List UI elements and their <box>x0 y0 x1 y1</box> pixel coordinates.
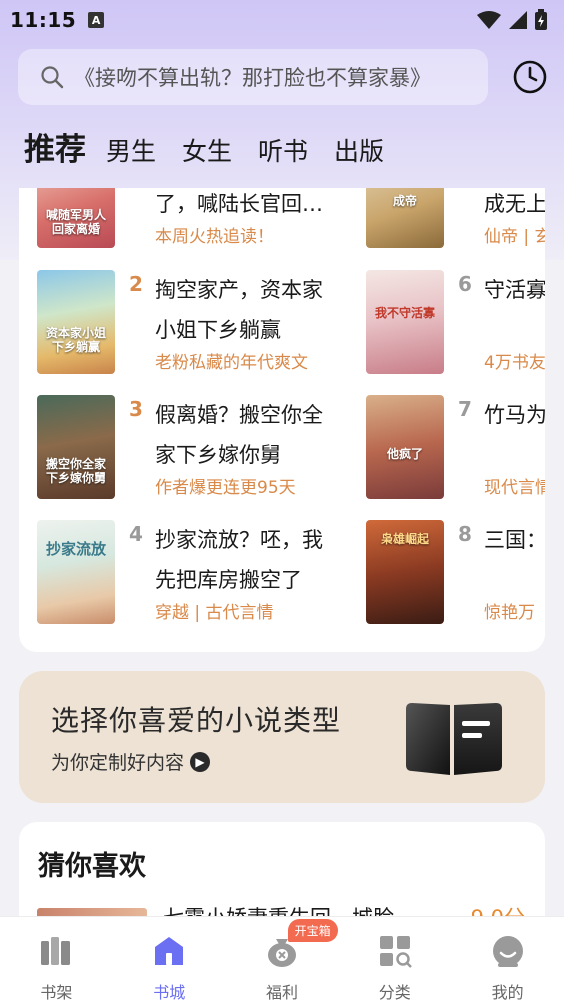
rank-number <box>452 188 478 248</box>
cover-title: 他疯了 <box>386 447 423 461</box>
book-title: 守活寡区离婚 <box>484 278 545 302</box>
rank-number: 2 <box>129 272 143 296</box>
book-cover: 他疯了 <box>366 395 444 499</box>
banner-subtitle-text: 为你定制好内容 <box>51 752 185 774</box>
nav-welfare[interactable]: 开宝箱 福利 <box>226 917 339 1004</box>
nav-profile[interactable]: 我的 <box>451 917 564 1004</box>
book-cover: 我不守活寡 <box>366 270 444 374</box>
ranking-item[interactable]: 资本家小姐下乡躺赢 2 掏空家产，资本家小姐下乡躺赢 老粉私藏的年代爽文 <box>37 270 335 374</box>
book-title: 抄家流放？呸，我先把库房搬空了 <box>155 528 323 592</box>
book-title: 三国：走，我 <box>484 528 545 552</box>
nav-bookstore[interactable]: 书城 <box>113 917 226 1004</box>
book-info: 假离婚？搬空你全家下乡嫁你舅 作者爆更连更95天 <box>155 395 335 499</box>
section-title: 猜你喜欢 <box>38 851 146 882</box>
tab-male[interactable]: 男生 <box>106 134 156 170</box>
rank-number: 4 <box>129 522 143 546</box>
rank-number: 6 <box>458 272 472 296</box>
nav-label: 福利 <box>265 983 298 1002</box>
wifi-icon <box>477 11 501 29</box>
cover-title: 搬空你全家下乡嫁你舅 <box>45 457 106 485</box>
cover-title: 成帝 <box>392 194 417 208</box>
nav-label: 我的 <box>491 983 524 1002</box>
book-cover: 枭雄崛起 <box>366 520 444 624</box>
bottom-navigation: 书架 书城 开宝箱 福利 分类 我的 <box>0 916 564 1004</box>
nav-label: 分类 <box>378 983 411 1002</box>
book-title: 掏空家产，资本家小姐下乡躺赢 <box>155 278 323 342</box>
ranking-item[interactable]: 枭雄崛起 8 三国：走，我 惊艳万 <box>366 520 545 624</box>
book-cover: 搬空你全家下乡嫁你舅 <box>37 395 115 499</box>
nav-label: 书架 <box>40 983 73 1002</box>
search-icon <box>41 66 64 89</box>
book-info: 守活寡区离婚 4万书友 <box>484 270 545 374</box>
category-tabs: 推荐 男生 女生 听书 出版 <box>24 120 410 170</box>
book-tag: 现代言情 <box>484 478 545 498</box>
bookshelf-icon <box>41 937 71 965</box>
banner-subtitle: 为你定制好内容 ▶ <box>51 748 211 775</box>
ranking-item[interactable]: 我不守活寡 6 守活寡区离婚 4万书友 <box>366 270 545 374</box>
nav-label: 书城 <box>153 983 186 1002</box>
history-clock-icon[interactable] <box>512 59 548 95</box>
ranking-item[interactable]: 他疯了 7 竹马为身，我 现代言情 <box>366 395 545 499</box>
arrow-right-icon: ▶ <box>190 751 211 772</box>
book-tag: 老粉私藏的年代爽文 <box>155 353 308 373</box>
tab-female[interactable]: 女生 <box>182 134 232 170</box>
cover-title: 资本家小姐下乡躺赢 <box>45 326 106 354</box>
book-tag: 穿越 | 古代言情 <box>155 603 274 623</box>
category-grid-icon <box>379 936 412 968</box>
search-input[interactable]: 《接吻不算出轨？那打脸也不算家暴》 <box>18 49 488 105</box>
book-tag: 仙帝 | 玄 <box>484 227 545 247</box>
cover-title: 我不守活寡 <box>374 306 435 320</box>
book-tag: 惊艳万 <box>484 603 535 623</box>
book-title: 假离婚？搬空你全家下乡嫁你舅 <box>155 403 323 467</box>
search-row: 《接吻不算出轨？那打脸也不算家暴》 <box>18 49 548 105</box>
cover-title: 抄家流放 <box>45 540 106 558</box>
cover-title: 喊随军男人回家离婚 <box>45 208 106 236</box>
book-cover: 喊随军男人回家离婚 <box>37 188 115 248</box>
ranking-item[interactable]: 成帝 成无上 仙帝 | 玄 <box>366 188 545 248</box>
genre-preference-banner[interactable]: 选择你喜爱的小说类型 为你定制好内容 ▶ <box>19 671 545 803</box>
book-title: 竹马为身，我 <box>484 403 545 427</box>
book-cover: 抄家流放 <box>37 520 115 624</box>
banner-title: 选择你喜爱的小说类型 <box>51 704 342 737</box>
book-info: 三国：走，我 惊艳万 <box>484 520 545 624</box>
status-time: 11:15 <box>10 8 77 32</box>
status-bar: 11:15 A <box>0 0 564 40</box>
signal-icon <box>509 11 527 29</box>
treasure-chest-badge: 开宝箱 <box>287 919 338 942</box>
ranking-item[interactable]: 搬空你全家下乡嫁你舅 3 假离婚？搬空你全家下乡嫁你舅 作者爆更连更95天 <box>37 395 335 499</box>
tab-published[interactable]: 出版 <box>334 134 384 170</box>
nav-bookshelf[interactable]: 书架 <box>0 917 113 1004</box>
book-info: 掏空家产，资本家小姐下乡躺赢 老粉私藏的年代爽文 <box>155 270 335 374</box>
book-info: 抄家流放？呸，我先把库房搬空了 穿越 | 古代言情 <box>155 520 335 624</box>
open-book-icon <box>406 703 502 775</box>
ranking-card: 喊随军男人回家离婚 了，喊陆长官回… 本周火热追读！ 资本家小姐下乡躺赢 2 掏… <box>19 188 545 652</box>
book-title: 成无上 <box>484 192 545 216</box>
nav-category[interactable]: 分类 <box>338 917 451 1004</box>
book-info: 了，喊陆长官回… 本周火热追读！ <box>155 188 335 248</box>
book-info: 成无上 仙帝 | 玄 <box>484 188 545 248</box>
bookstore-icon <box>155 937 184 965</box>
book-tag: 本周火热追读！ <box>155 227 274 247</box>
rank-number <box>123 188 149 248</box>
book-info: 竹马为身，我 现代言情 <box>484 395 545 499</box>
rank-number: 3 <box>129 397 143 421</box>
ranking-item[interactable]: 抄家流放 4 抄家流放？呸，我先把库房搬空了 穿越 | 古代言情 <box>37 520 335 624</box>
book-tag: 作者爆更连更95天 <box>155 478 296 498</box>
book-cover: 成帝 <box>366 188 444 248</box>
book-cover: 资本家小姐下乡躺赢 <box>37 270 115 374</box>
tab-audiobook[interactable]: 听书 <box>258 134 308 170</box>
notification-icon: A <box>88 12 105 28</box>
cover-title: 枭雄崛起 <box>380 532 429 546</box>
tab-recommend[interactable]: 推荐 <box>24 130 86 170</box>
rank-number: 7 <box>458 397 472 421</box>
ranking-item[interactable]: 喊随军男人回家离婚 了，喊陆长官回… 本周火热追读！ <box>37 188 335 248</box>
battery-icon <box>535 9 547 30</box>
rank-number: 8 <box>458 522 472 546</box>
book-title: 了，喊陆长官回… <box>155 192 323 216</box>
status-icons <box>476 9 548 31</box>
profile-icon <box>492 936 523 967</box>
search-placeholder: 《接吻不算出轨？那打脸也不算家暴》 <box>74 66 431 90</box>
book-tag: 4万书友 <box>484 353 545 373</box>
